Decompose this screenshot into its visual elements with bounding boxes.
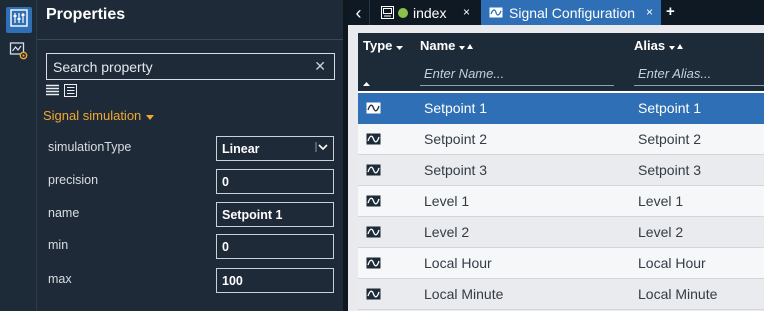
table-row[interactable]: Local Hour Local Hour — [358, 248, 764, 279]
signal-table-body: Setpoint 1 Setpoint 1 Setpoint 2 Setpoin… — [358, 93, 764, 310]
properties-panel-icon — [10, 8, 28, 32]
properties-panel-button[interactable] — [6, 7, 32, 33]
row-alias: Setpoint 3 — [638, 162, 702, 178]
caret-down-icon — [396, 38, 404, 53]
status-dot-icon — [398, 7, 408, 18]
list-view-icon[interactable] — [46, 84, 59, 102]
document-area: ‹ index × Signal Configuration × + Type … — [348, 0, 764, 311]
alias-filter-input[interactable] — [634, 66, 764, 81]
column-alias-label: Alias — [634, 38, 666, 53]
row-alias: Level 1 — [638, 193, 684, 209]
config-gear-icon — [9, 41, 29, 66]
app-root: Properties ✕ — [0, 0, 764, 311]
add-tab-button[interactable]: + — [666, 3, 675, 20]
signal-icon — [366, 132, 381, 150]
signal-icon — [366, 194, 381, 212]
tab-bar: ‹ index × Signal Configuration × + — [348, 0, 764, 25]
precision-field[interactable]: 0 — [216, 169, 334, 194]
sort-icon — [669, 38, 684, 53]
table-row[interactable]: Level 2 Level 2 — [358, 217, 764, 248]
max-label: max — [48, 272, 72, 286]
divider — [37, 39, 343, 40]
settings-panel-button[interactable] — [6, 40, 32, 66]
row-alias: Local Hour — [638, 255, 706, 271]
row-name: Level 1 — [424, 193, 470, 209]
name-label: name — [48, 206, 80, 220]
row-alias: Level 2 — [638, 224, 684, 240]
row-name: Setpoint 2 — [424, 131, 488, 147]
name-filter-input[interactable] — [420, 66, 614, 81]
row-name: Local Minute — [424, 286, 504, 302]
row-name: Setpoint 1 — [424, 100, 488, 116]
row-alias: Setpoint 2 — [638, 131, 702, 147]
simulation-type-label: simulationType — [48, 140, 132, 154]
column-alias-header[interactable]: Alias — [634, 38, 684, 53]
table-row[interactable]: Setpoint 3 Setpoint 3 — [358, 155, 764, 186]
tab-index-label: index — [413, 4, 447, 21]
column-type-header[interactable]: Type — [363, 38, 404, 53]
sort-ascending-icon[interactable] — [363, 73, 370, 91]
row-alias: Setpoint 1 — [638, 100, 702, 116]
alias-filter — [634, 62, 764, 86]
simulation-type-value: Linear — [222, 141, 260, 156]
tab-scroll-back-button[interactable]: ‹ — [348, 0, 370, 25]
column-type-label: Type — [363, 38, 393, 53]
search-property-input[interactable] — [53, 58, 303, 75]
caret-down-icon — [146, 108, 155, 123]
column-name-header[interactable]: Name — [420, 38, 474, 53]
view-toggle-group — [46, 84, 77, 102]
table-header: Type Name Alias — [358, 33, 764, 91]
properties-title: Properties — [46, 6, 126, 23]
detail-view-icon[interactable] — [64, 84, 77, 102]
row-name: Level 2 — [424, 224, 470, 240]
signal-icon — [366, 163, 381, 181]
row-name: Setpoint 3 — [424, 162, 488, 178]
tab-signal-configuration[interactable]: Signal Configuration × — [481, 0, 661, 25]
signal-icon — [489, 7, 503, 18]
chevron-left-icon: ‹ — [355, 2, 362, 23]
display-icon — [381, 6, 394, 19]
icon-rail — [0, 0, 37, 311]
tab-index-close-icon[interactable]: × — [463, 5, 470, 19]
clear-search-icon[interactable]: ✕ — [314, 58, 326, 75]
max-field[interactable]: 100 — [216, 268, 334, 293]
table-row[interactable]: Setpoint 2 Setpoint 2 — [358, 124, 764, 155]
tab-signal-configuration-close-icon[interactable]: × — [646, 5, 653, 19]
table-row[interactable]: Local Minute Local Minute — [358, 279, 764, 310]
properties-panel: Properties ✕ — [37, 0, 343, 311]
signal-icon — [366, 101, 381, 119]
search-box: ✕ — [46, 53, 335, 80]
signal-simulation-section[interactable]: Signal simulation — [43, 108, 155, 123]
row-name: Local Hour — [424, 255, 492, 271]
min-field[interactable]: 0 — [216, 234, 334, 259]
min-label: min — [48, 238, 69, 252]
section-label: Signal simulation — [43, 108, 142, 123]
column-name-label: Name — [420, 38, 456, 53]
signal-icon — [366, 287, 381, 305]
name-filter — [420, 62, 614, 86]
signal-icon — [366, 256, 381, 274]
precision-label: precision — [48, 173, 99, 187]
row-alias: Local Minute — [638, 286, 718, 302]
name-field[interactable]: Setpoint 1 — [216, 202, 334, 227]
simulation-type-select[interactable]: Linear — [216, 136, 334, 161]
table-row[interactable]: Level 1 Level 1 — [358, 186, 764, 217]
signal-icon — [366, 225, 381, 243]
chevron-down-icon — [315, 141, 329, 156]
tab-index[interactable]: index × — [372, 0, 478, 25]
sort-icon — [459, 38, 474, 53]
tab-signal-configuration-label: Signal Configuration — [509, 4, 636, 21]
table-row[interactable]: Setpoint 1 Setpoint 1 — [358, 93, 764, 124]
